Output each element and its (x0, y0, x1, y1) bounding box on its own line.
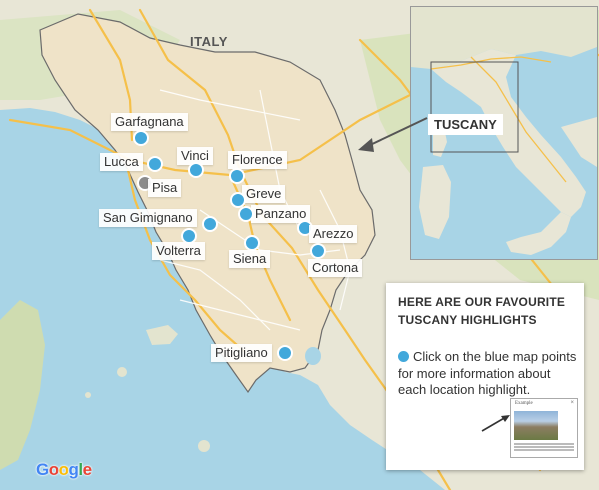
island-small (117, 367, 127, 377)
panel-body: Click on the blue map points for more in… (398, 349, 578, 399)
thumbnail-title: Example (515, 401, 533, 406)
point-legend-icon (398, 351, 409, 362)
map-point-lucca[interactable] (147, 156, 163, 172)
label-pitigliano[interactable]: Pitigliano (211, 344, 272, 362)
label-volterra[interactable]: Volterra (152, 242, 205, 260)
panel-title-line: HERE ARE OUR FAVOURITE (398, 295, 566, 309)
map-point-cortona[interactable] (310, 243, 326, 259)
arrow-icon (481, 415, 510, 432)
map-point-garfagnana[interactable] (133, 130, 149, 146)
map-point-pitigliano[interactable] (277, 345, 293, 361)
island-elba (146, 325, 178, 345)
label-florence[interactable]: Florence (228, 151, 287, 169)
label-san-gimignano[interactable]: San Gimignano (99, 209, 197, 227)
label-garfagnana[interactable]: Garfagnana (111, 113, 188, 131)
inset-label-tuscany: TUSCANY (428, 114, 503, 135)
label-arezzo[interactable]: Arezzo (309, 225, 358, 243)
example-thumbnail: Example × (510, 398, 578, 458)
island-corsica (0, 300, 45, 470)
thumbnail-image (514, 411, 558, 440)
map-canvas[interactable]: ITALY Garfagnana Lucca Pisa Vinci Floren… (0, 0, 599, 490)
map-point-panzano[interactable] (238, 206, 254, 222)
panel-title-line: TUSCANY HIGHLIGHTS (398, 313, 537, 327)
label-pisa: Pisa (148, 179, 182, 197)
label-lucca[interactable]: Lucca (100, 153, 143, 171)
country-label: ITALY (190, 34, 228, 49)
island-small (198, 440, 210, 452)
map-point-san-gimignano[interactable] (202, 216, 218, 232)
panel-instructions: Click on the blue map points for more in… (398, 349, 577, 397)
label-greve[interactable]: Greve (242, 185, 286, 203)
google-logo: Google (36, 460, 92, 479)
panel-title: HERE ARE OUR FAVOURITE TUSCANY HIGHLIGHT… (398, 293, 578, 329)
island-small (85, 392, 91, 398)
close-icon: × (570, 400, 574, 406)
map-point-siena[interactable] (244, 235, 260, 251)
map-point-florence[interactable] (229, 168, 245, 184)
map-point-vinci[interactable] (188, 162, 204, 178)
label-cortona[interactable]: Cortona (308, 259, 363, 277)
thumbnail-text (514, 443, 574, 455)
info-panel: HERE ARE OUR FAVOURITE TUSCANY HIGHLIGHT… (386, 283, 584, 470)
label-siena[interactable]: Siena (229, 250, 271, 268)
lake-bolsena (305, 347, 321, 365)
